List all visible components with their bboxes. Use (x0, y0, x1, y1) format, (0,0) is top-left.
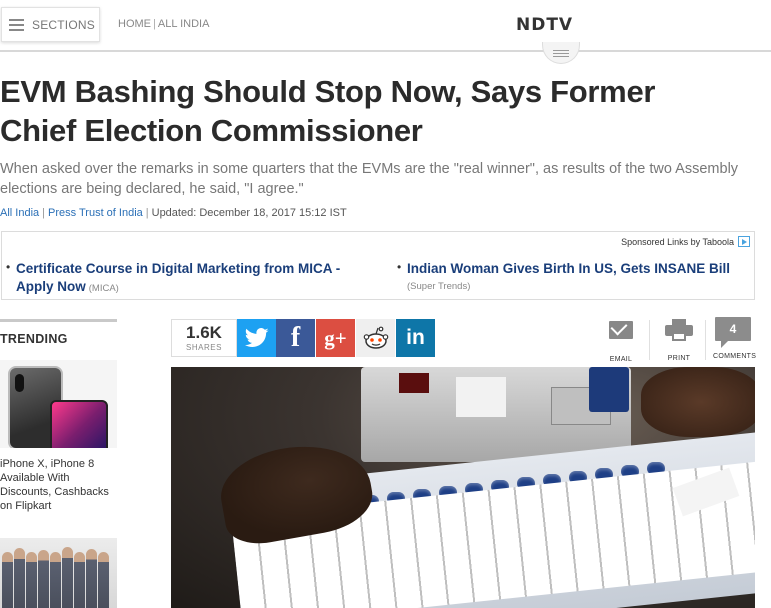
trending-item-link[interactable]: iPhone X, iPhone 8 Available With Discou… (0, 457, 117, 513)
print-icon (665, 319, 693, 341)
sponsored-item-title-line2: Apply Now (16, 279, 86, 294)
reddit-icon (363, 326, 388, 349)
share-count-number: 1.6K (186, 323, 222, 342)
trending-heading: TRENDING (0, 319, 117, 346)
byline-separator: | (42, 207, 45, 219)
breadcrumb: HOME | ALL INDIA (118, 18, 209, 30)
article-photo (171, 367, 755, 608)
sections-label: SECTIONS (32, 17, 95, 32)
bullet-icon: • (6, 260, 11, 274)
comment-count-icon: 4 (715, 317, 751, 348)
twitter-icon (244, 328, 269, 347)
sponsored-item-link[interactable]: Certificate Course in Digital Marketing … (16, 261, 340, 294)
facebook-share-button[interactable]: f (276, 319, 315, 357)
reddit-share-button[interactable] (356, 319, 395, 357)
adchoices-icon[interactable] (738, 236, 750, 247)
breadcrumb-section-link[interactable]: ALL INDIA (158, 18, 210, 30)
sponsored-item[interactable]: • Indian Woman Gives Birth In US, Gets I… (397, 260, 747, 296)
sponsored-item[interactable]: • Certificate Course in Digital Marketin… (6, 260, 356, 298)
byline-separator: | (145, 207, 149, 219)
menu-toggle-handle[interactable] (542, 42, 580, 64)
share-count-label: SHARES (186, 343, 222, 352)
print-label: PRINT (667, 355, 691, 362)
email-button[interactable]: EMAIL (601, 317, 641, 363)
byline-source-link[interactable]: Press Trust of India (48, 207, 143, 219)
email-icon (609, 321, 633, 339)
article-headline: EVM Bashing Should Stop Now, Says Former… (0, 74, 656, 148)
breadcrumb-home-link[interactable]: HOME (118, 18, 151, 30)
comments-button[interactable]: 4 COMMENTS (713, 317, 757, 360)
byline-section-link[interactable]: All India (0, 207, 39, 219)
share-count: 1.6K SHARES (171, 319, 237, 357)
sponsored-item-link[interactable]: Indian Woman Gives Birth In US, Gets INS… (407, 261, 730, 276)
hamburger-icon (9, 18, 24, 31)
email-label: EMAIL (609, 356, 633, 363)
google-plus-share-button[interactable]: g+ (316, 319, 355, 357)
byline-updated: Updated: December 18, 2017 15:12 IST (151, 207, 347, 219)
article-summary: When asked over the remarks in some quar… (0, 161, 739, 197)
trending-item-image[interactable] (0, 360, 117, 448)
phone-image (50, 400, 108, 448)
linkedin-share-button[interactable]: in (396, 319, 435, 357)
sponsored-label-text: Sponsored Links by Taboola (621, 236, 734, 247)
site-header: SECTIONS HOME | ALL INDIA NDTV (0, 0, 771, 52)
sponsored-item-source: (Super Trends) (407, 281, 471, 292)
twitter-share-button[interactable] (237, 319, 276, 357)
sponsored-item-source: (MICA) (88, 283, 119, 294)
article-byline: All India | Press Trust of India | Updated: … (0, 207, 347, 219)
trending-item-image[interactable] (0, 538, 117, 608)
bullet-icon: • (397, 260, 402, 274)
sponsored-links-box: Sponsored Links by Taboola • Certificate… (1, 231, 755, 300)
sponsored-item-title-line1: Certificate Course in Digital Marketing … (16, 261, 341, 276)
print-button[interactable]: PRINT (659, 317, 699, 362)
ndtv-logo[interactable]: NDTV (516, 15, 573, 35)
sections-menu-button[interactable]: SECTIONS (1, 7, 100, 42)
toolbar-divider (705, 320, 706, 360)
breadcrumb-separator: | (153, 18, 156, 30)
sponsored-label[interactable]: Sponsored Links by Taboola (621, 236, 750, 247)
toolbar-divider (649, 320, 650, 360)
comments-label: COMMENTS (713, 353, 757, 360)
